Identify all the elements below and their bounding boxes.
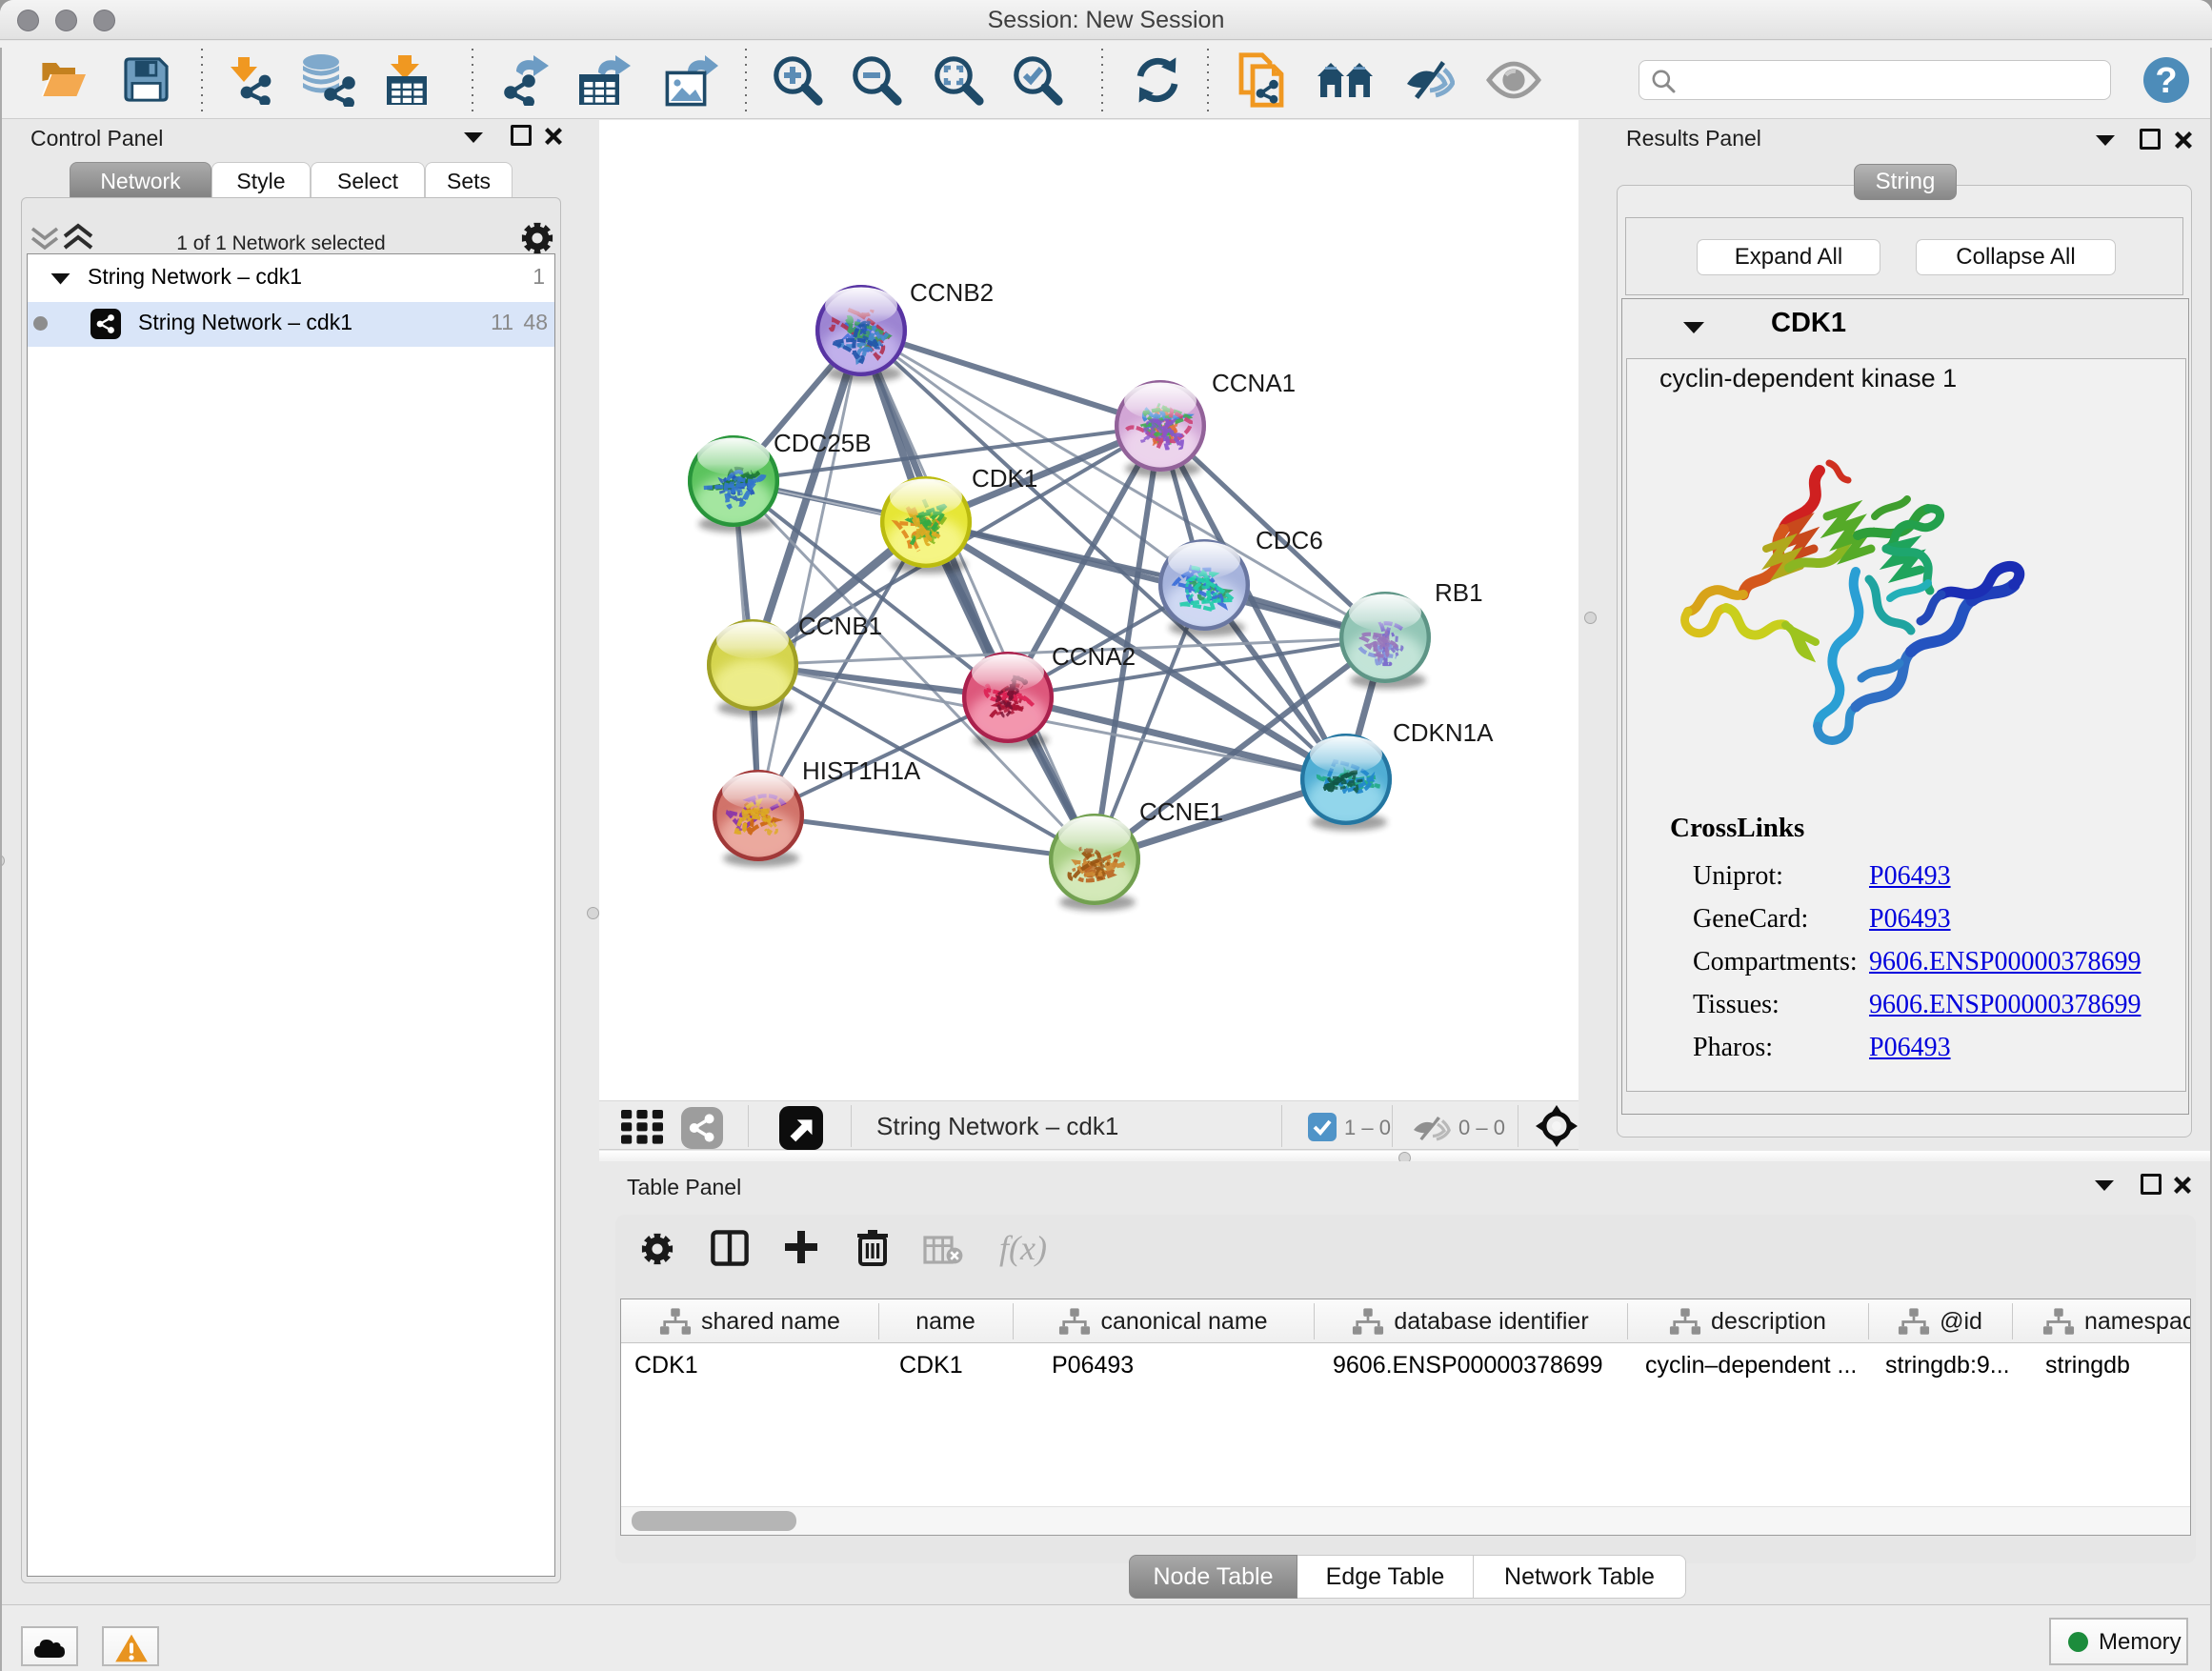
svg-text:CCNE1: CCNE1 xyxy=(1139,797,1223,826)
svg-text:CDK1: CDK1 xyxy=(972,464,1037,493)
svg-text:CCNB1: CCNB1 xyxy=(798,612,882,640)
svg-text:RB1: RB1 xyxy=(1435,578,1483,607)
svg-text:CDC25B: CDC25B xyxy=(774,429,872,457)
svg-text:CCNA2: CCNA2 xyxy=(1052,642,1136,671)
svg-text:CCNB2: CCNB2 xyxy=(910,278,994,307)
svg-text:CDKN1A: CDKN1A xyxy=(1393,718,1494,747)
svg-text:CDC6: CDC6 xyxy=(1256,526,1323,554)
svg-text:?: ? xyxy=(2155,61,2177,101)
svg-text:CCNA1: CCNA1 xyxy=(1212,369,1296,397)
svg-text:HIST1H1A: HIST1H1A xyxy=(802,756,921,785)
